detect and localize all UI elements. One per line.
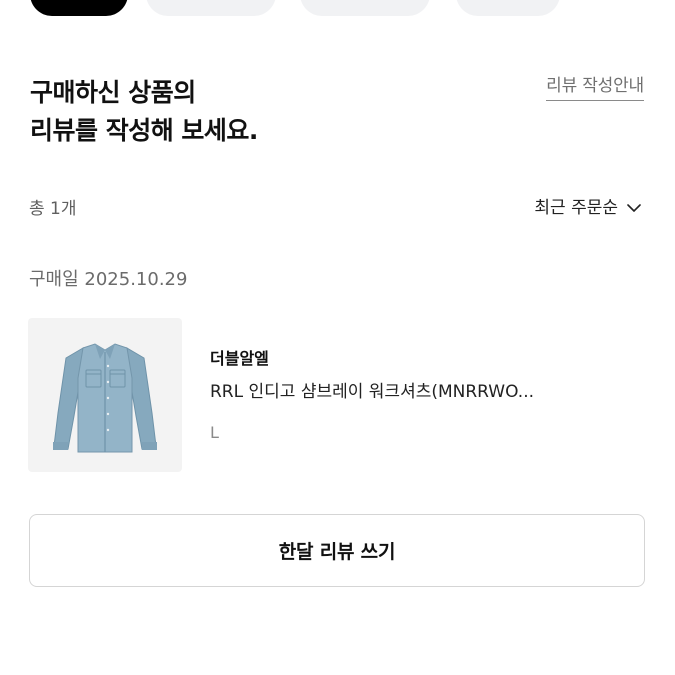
tab-1[interactable] [30,0,128,16]
page-title-line-2: 리뷰를 작성해 보세요. [30,116,258,145]
review-write-page: 구매하신 상품의 리뷰를 작성해 보세요. 리뷰 작성안내 총 1개 최근 주문… [0,0,675,675]
review-guide-link[interactable]: 리뷰 작성안내 [546,74,644,101]
shirt-image [53,343,157,453]
review-count: 총 1개 [29,199,77,219]
filter-tabs [0,0,675,20]
product-image[interactable] [28,318,182,472]
sort-dropdown[interactable]: 최근 주문순 [534,196,642,220]
tab-4[interactable] [456,0,560,16]
page-title-line-1: 구매하신 상품의 [30,78,196,107]
page-title: 구매하신 상품의 리뷰를 작성해 보세요. [30,74,470,150]
product-brand: 더블알엘 [210,349,269,368]
sort-label: 최근 주문순 [534,198,618,218]
product-info[interactable]: 더블알엘 RRL 인디고 샴브레이 워크셔츠(MNRRWO... L [210,348,630,444]
tab-2[interactable] [146,0,276,16]
product-option: L [210,423,219,442]
product-name: RRL 인디고 샴브레이 워크셔츠(MNRRWO... [210,382,535,402]
write-review-button[interactable]: 한달 리뷰 쓰기 [29,514,645,587]
tab-3[interactable] [300,0,430,16]
purchase-date: 구매일 2025.10.29 [29,269,188,290]
chevron-down-icon [627,204,641,212]
